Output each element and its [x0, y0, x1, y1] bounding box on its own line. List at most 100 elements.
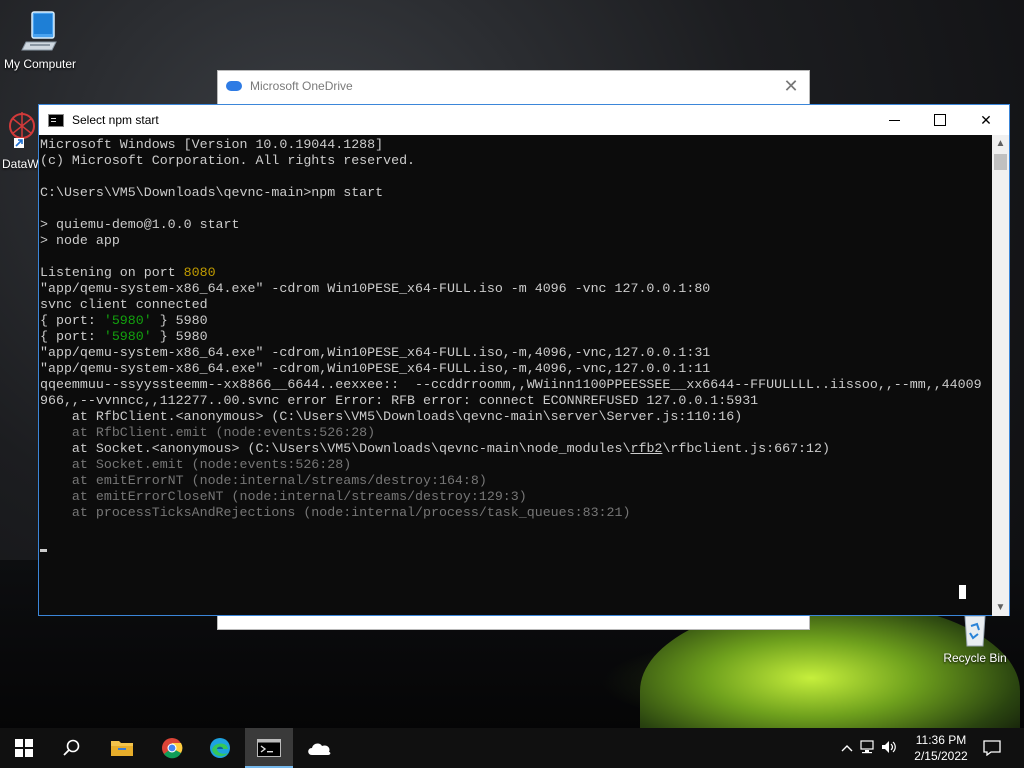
recycle-bin-desktop-icon[interactable]: Recycle Bin	[940, 612, 1010, 665]
console-text: { port:	[40, 313, 104, 328]
command-prompt-window[interactable]: Select npm start ✕ Microsoft Windows [Ve…	[38, 104, 1010, 616]
console-text: qqeemmuu--ssyyssteemm--xx8866__6644..eex…	[40, 377, 982, 392]
console-line: "app/qemu-system-x86_64.exe" -cdrom,Win1…	[40, 345, 995, 361]
console-line: at processTicksAndRejections (node:inter…	[40, 505, 995, 521]
console-text: at RfbClient.<anonymous> (C:\Users\VM5\D…	[40, 409, 743, 424]
system-tray	[838, 728, 900, 768]
console-line: 966,,--vvnncc,,112277..00.svnc error Err…	[40, 393, 995, 409]
console-input-line[interactable]	[40, 537, 995, 553]
console-output[interactable]: Microsoft Windows [Version 10.0.19044.12…	[39, 135, 995, 618]
console-line: at Socket.emit (node:events:526:28)	[40, 457, 995, 473]
taskbar-clock[interactable]: 11:36 PM 2/15/2022	[906, 732, 976, 764]
vertical-scrollbar[interactable]: ▲ ▼	[992, 135, 1009, 616]
console-text: '5980'	[103, 329, 152, 344]
console-text: 966,,--vvnncc,,112277..00.svnc error Err…	[40, 393, 759, 408]
close-button[interactable]: ✕	[963, 105, 1009, 135]
console-line: "app/qemu-system-x86_64.exe" -cdrom,Win1…	[40, 361, 995, 377]
my-computer-desktop-icon[interactable]: My Computer	[2, 10, 78, 71]
console-text: at emitErrorNT (node:internal/streams/de…	[40, 473, 487, 488]
cloud-icon	[308, 743, 331, 755]
console-line: { port: '5980' } 5980	[40, 313, 995, 329]
close-icon: ✕	[980, 111, 992, 128]
action-center-button[interactable]	[970, 728, 1014, 768]
clock-date: 2/15/2022	[914, 749, 968, 763]
recycle-bin-label: Recycle Bin	[943, 651, 1007, 665]
search-icon	[63, 739, 80, 756]
console-text: > quiemu-demo@1.0.0 start	[40, 217, 240, 232]
my-computer-label: My Computer	[3, 57, 77, 71]
console-line: (c) Microsoft Corporation. All rights re…	[40, 153, 995, 169]
console-text: 8080	[183, 265, 216, 280]
notification-icon	[983, 740, 1001, 756]
cloud-icon	[226, 81, 242, 91]
console-titlebar[interactable]: Select npm start ✕	[39, 105, 1009, 135]
app-shortcut-icon	[9, 112, 35, 148]
scroll-up-icon[interactable]: ▲	[992, 135, 1009, 152]
console-text: Microsoft Windows [Version 10.0.19044.12…	[40, 137, 384, 152]
console-line: { port: '5980' } 5980	[40, 329, 995, 345]
onedrive-titlebar[interactable]: Microsoft OneDrive	[218, 71, 809, 101]
console-line: qqeemmuu--ssyyssteemm--xx8866__6644..eex…	[40, 377, 995, 393]
clock-time: 11:36 PM	[915, 733, 967, 747]
terminal-icon	[48, 113, 64, 127]
minimize-icon	[888, 119, 900, 121]
minimize-button[interactable]	[871, 105, 917, 135]
chrome-icon	[162, 738, 183, 759]
console-text: { port:	[40, 329, 104, 344]
console-line: > quiemu-demo@1.0.0 start	[40, 217, 995, 233]
search-button[interactable]	[48, 728, 96, 768]
console-line: "app/qemu-system-x86_64.exe" -cdrom Win1…	[40, 281, 995, 297]
console-line: at RfbClient.emit (node:events:526:28)	[40, 425, 995, 441]
text-cursor	[40, 549, 47, 552]
console-text: C:\Users\VM5\Downloads\qevnc-main>npm st…	[40, 185, 384, 200]
console-text: Listening on port	[40, 265, 184, 280]
console-line: Microsoft Windows [Version 10.0.19044.12…	[40, 137, 995, 153]
edge-button[interactable]	[196, 728, 244, 768]
command-prompt-button[interactable]	[245, 728, 293, 768]
windows-logo-icon	[15, 739, 33, 757]
chrome-button[interactable]	[148, 728, 196, 768]
console-text: (c) Microsoft Corporation. All rights re…	[40, 153, 416, 168]
console-line: > node app	[40, 233, 995, 249]
console-text: '5980'	[103, 313, 152, 328]
terminal-icon	[257, 739, 281, 757]
onedrive-button[interactable]	[295, 728, 343, 768]
scroll-down-icon[interactable]: ▼	[992, 599, 1009, 616]
console-text: at processTicksAndRejections (node:inter…	[40, 505, 631, 520]
dataw-label: DataW	[2, 157, 39, 171]
console-line: svnc client connected	[40, 297, 995, 313]
monitor-icon	[21, 11, 57, 51]
volume-icon[interactable]	[878, 740, 900, 757]
console-text: at emitErrorCloseNT (node:internal/strea…	[40, 489, 527, 504]
onedrive-title: Microsoft OneDrive	[250, 79, 353, 93]
file-explorer-button[interactable]	[98, 728, 146, 768]
console-text: "app/qemu-system-x86_64.exe" -cdrom,Win1…	[40, 345, 711, 360]
tray-overflow-chevron-icon[interactable]	[838, 741, 856, 755]
console-line: at emitErrorNT (node:internal/streams/de…	[40, 473, 995, 489]
maximize-button[interactable]	[917, 105, 963, 135]
console-line: C:\Users\VM5\Downloads\qevnc-main>npm st…	[40, 185, 995, 201]
console-title: Select npm start	[72, 113, 159, 127]
console-line: Listening on port 8080	[40, 265, 995, 281]
console-text: at Socket.<anonymous> (C:\Users\VM5\Down…	[40, 441, 631, 456]
console-line: at emitErrorCloseNT (node:internal/strea…	[40, 489, 995, 505]
network-icon[interactable]	[856, 739, 878, 757]
edge-icon	[210, 738, 230, 758]
console-text: \rfbclient.js:667:12)	[662, 441, 830, 456]
console-text: "app/qemu-system-x86_64.exe" -cdrom,Win1…	[40, 361, 711, 376]
taskbar: 11:36 PM 2/15/2022	[0, 728, 1024, 768]
onedrive-close-button[interactable]: ✕	[781, 76, 801, 96]
scroll-thumb[interactable]	[994, 154, 1007, 170]
dataw-desktop-icon[interactable]: DataW	[2, 108, 42, 171]
console-text: at Socket.emit (node:events:526:28)	[40, 457, 352, 472]
console-text: } 5980	[151, 313, 208, 328]
console-line: at RfbClient.<anonymous> (C:\Users\VM5\D…	[40, 409, 995, 425]
start-button[interactable]	[0, 728, 48, 768]
console-text: rfb2	[630, 441, 663, 456]
maximize-icon	[934, 114, 946, 126]
console-text: } 5980	[151, 329, 208, 344]
